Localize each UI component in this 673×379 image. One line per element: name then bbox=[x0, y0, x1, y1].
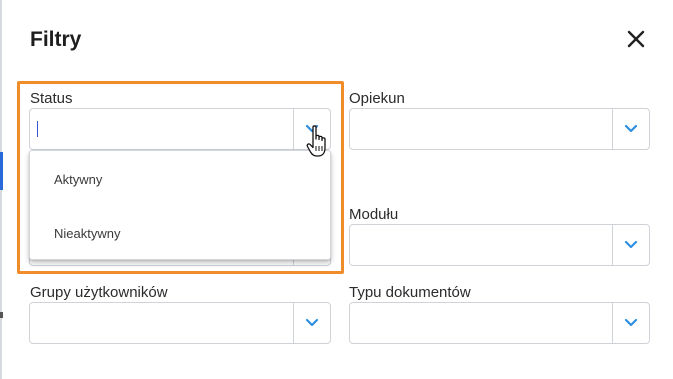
status-option-nieaktywny[interactable]: Nieaktywny bbox=[54, 226, 120, 241]
grupy-label: Grupy użytkowników bbox=[30, 284, 168, 301]
status-label: Status bbox=[30, 90, 73, 107]
grupy-select[interactable] bbox=[29, 302, 331, 344]
modulu-dropdown-toggle[interactable] bbox=[613, 225, 649, 265]
chevron-down-icon bbox=[305, 318, 319, 327]
typu-select[interactable] bbox=[349, 302, 650, 344]
chevron-down-icon bbox=[624, 318, 638, 327]
dialog-title: Filtry bbox=[30, 28, 82, 51]
opiekun-label: Opiekun bbox=[349, 90, 405, 107]
background-page-mark bbox=[0, 312, 3, 318]
chevron-down-icon bbox=[305, 124, 319, 133]
opiekun-select[interactable] bbox=[349, 108, 650, 150]
text-caret bbox=[37, 121, 38, 137]
close-button[interactable] bbox=[622, 26, 650, 54]
chevron-down-icon bbox=[624, 124, 638, 133]
close-icon bbox=[627, 30, 645, 48]
grupy-dropdown-toggle[interactable] bbox=[294, 303, 330, 343]
modulu-label: Modułu bbox=[349, 206, 399, 223]
typu-dropdown-toggle[interactable] bbox=[613, 303, 649, 343]
opiekun-dropdown-toggle[interactable] bbox=[613, 109, 649, 149]
modulu-select[interactable] bbox=[349, 224, 650, 266]
status-dropdown-menu: Aktywny Nieaktywny bbox=[29, 150, 331, 260]
background-page-accent bbox=[0, 152, 3, 190]
status-option-aktywny[interactable]: Aktywny bbox=[54, 172, 102, 187]
status-dropdown-toggle[interactable] bbox=[294, 109, 330, 149]
filters-dialog: Filtry Status Opiekun Modułu Grupy użytk… bbox=[0, 0, 673, 379]
typu-label: Typu dokumentów bbox=[349, 284, 471, 301]
status-select[interactable] bbox=[29, 108, 331, 150]
chevron-down-icon bbox=[624, 240, 638, 249]
